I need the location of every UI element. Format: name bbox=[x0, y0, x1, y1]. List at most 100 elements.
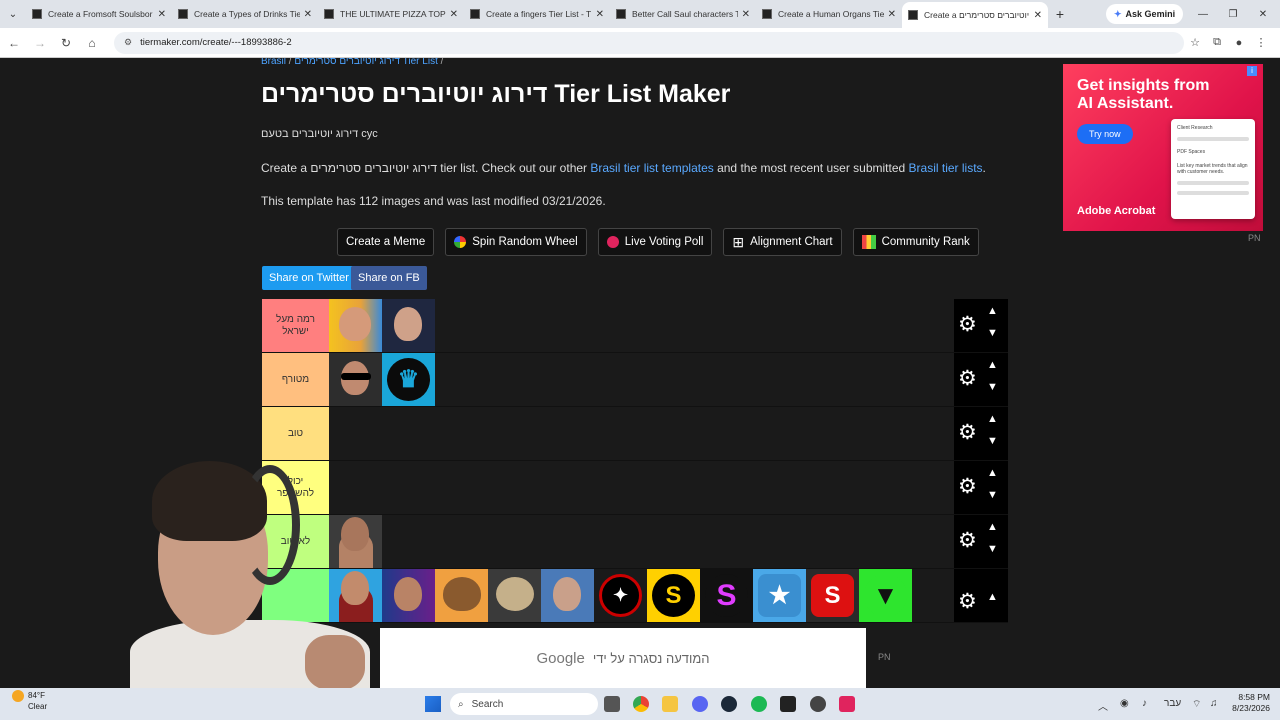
share-fb-button[interactable]: Share on FB bbox=[351, 266, 427, 290]
tier-item-image[interactable] bbox=[435, 569, 488, 622]
network-icon[interactable]: ◉ bbox=[1120, 698, 1129, 709]
reload-icon[interactable]: ↻ bbox=[54, 36, 78, 50]
live-voting-button[interactable]: Live Voting Poll bbox=[597, 228, 713, 256]
extensions-icon[interactable]: ⧉ bbox=[1206, 36, 1228, 49]
ad-banner[interactable]: i Get insights from AI Assistant. Try now… bbox=[1063, 64, 1263, 231]
profile-avatar[interactable]: ● bbox=[1228, 37, 1250, 49]
tier-items[interactable] bbox=[329, 461, 954, 514]
obs-icon[interactable] bbox=[810, 696, 826, 712]
close-tab-icon[interactable]: ✕ bbox=[888, 9, 896, 20]
tier-item-image[interactable]: ▼ bbox=[859, 569, 912, 622]
chrome-icon[interactable] bbox=[633, 696, 649, 712]
tier-item-image[interactable] bbox=[329, 299, 382, 352]
url-field[interactable]: ⚙ tiermaker.com/create/---18993886-2 bbox=[114, 31, 1184, 54]
task-view-icon[interactable] bbox=[604, 696, 620, 712]
weather-widget[interactable]: 84°F Clear bbox=[12, 690, 47, 712]
tier-label[interactable]: רמה מעל ישראל bbox=[262, 299, 329, 352]
tier-item-image[interactable]: ♛ bbox=[382, 353, 435, 406]
chevron-up-icon[interactable]: ▲ bbox=[987, 413, 998, 425]
tier-items[interactable]: ✦ S S ★ S ▼ bbox=[329, 569, 954, 622]
back-icon[interactable]: ← bbox=[2, 36, 26, 50]
steam-icon[interactable] bbox=[721, 696, 737, 712]
browser-tab[interactable]: Better Call Saul characters T ✕ bbox=[610, 0, 756, 28]
browser-tab[interactable]: Create a Types of Drinks Tie ✕ bbox=[172, 0, 318, 28]
clock[interactable]: 8:58 PM 8/23/2026 bbox=[1232, 692, 1270, 714]
chevron-up-icon[interactable]: ▲ bbox=[987, 591, 998, 603]
alignment-chart-button[interactable]: ⊞ Alignment Chart bbox=[723, 228, 842, 256]
breadcrumb-tierlist[interactable]: דירוג יוטיוברים סטרימרים Tier List bbox=[294, 58, 437, 67]
gear-icon[interactable]: ⚙ bbox=[958, 422, 977, 444]
community-rank-button[interactable]: Community Rank bbox=[852, 228, 979, 256]
chevron-down-icon[interactable]: ▼ bbox=[987, 489, 998, 501]
restore-icon[interactable]: ❐ bbox=[1218, 0, 1248, 28]
tier-item-image[interactable]: ✦ bbox=[594, 569, 647, 622]
chevron-down-icon[interactable]: ▼ bbox=[987, 543, 998, 555]
tier-items[interactable] bbox=[329, 515, 954, 568]
tier-item-image[interactable] bbox=[488, 569, 541, 622]
forward-icon[interactable]: → bbox=[28, 36, 52, 50]
windows-start-icon[interactable] bbox=[425, 696, 441, 712]
wifi-icon[interactable]: ⌔ bbox=[1192, 698, 1201, 711]
epic-games-icon[interactable] bbox=[780, 696, 796, 712]
gear-icon[interactable]: ⚙ bbox=[958, 530, 977, 552]
templates-link[interactable]: Brasil tier list templates bbox=[590, 161, 713, 175]
tier-item-image[interactable] bbox=[382, 299, 435, 352]
close-tab-icon[interactable]: ✕ bbox=[304, 9, 312, 20]
ask-gemini-button[interactable]: ✦ Ask Gemini bbox=[1106, 4, 1184, 24]
tier-items[interactable]: ♛ bbox=[329, 353, 954, 406]
browser-tab[interactable]: Create a fingers Tier List - T ✕ bbox=[464, 0, 610, 28]
breadcrumb-brasil[interactable]: Brasil bbox=[261, 58, 286, 67]
browser-tab-active[interactable]: Create a דירוג יוטיוברים סטרימרים✕ bbox=[902, 2, 1048, 28]
tier-lists-link[interactable]: Brasil tier lists bbox=[909, 161, 983, 175]
tiktok-icon[interactable] bbox=[839, 696, 855, 712]
bookmark-star-icon[interactable]: ☆ bbox=[1184, 36, 1206, 49]
language-indicator[interactable]: עבר bbox=[1164, 698, 1181, 709]
tier-item-image[interactable]: S bbox=[806, 569, 859, 622]
home-icon[interactable]: ⌂ bbox=[80, 36, 104, 50]
ad-try-now-button[interactable]: Try now bbox=[1077, 124, 1133, 144]
chevron-up-icon[interactable]: ▲ bbox=[987, 359, 998, 371]
spotify-icon[interactable] bbox=[751, 696, 767, 712]
gear-icon[interactable]: ⚙ bbox=[958, 368, 977, 390]
browser-tab[interactable]: Create a Human Organs Tier ✕ bbox=[756, 0, 902, 28]
chevron-down-icon[interactable]: ▼ bbox=[987, 435, 998, 447]
site-info-icon[interactable]: ⚙ bbox=[124, 37, 132, 48]
ad-info-icon[interactable]: i bbox=[1247, 66, 1257, 76]
tier-item-image[interactable]: ★ bbox=[753, 569, 806, 622]
tier-item-image[interactable] bbox=[541, 569, 594, 622]
chevron-up-icon[interactable]: ▲ bbox=[987, 305, 998, 317]
browser-tab[interactable]: THE ULTIMATE PIZZA TOPPI ✕ bbox=[318, 0, 464, 28]
chevron-up-icon[interactable]: ▲ bbox=[987, 467, 998, 479]
gear-icon[interactable]: ⚙ bbox=[958, 314, 977, 336]
tier-label[interactable]: טוב bbox=[262, 407, 329, 460]
volume-icon[interactable]: ♫ bbox=[1210, 698, 1218, 709]
tier-items[interactable] bbox=[329, 407, 954, 460]
minimize-icon[interactable]: — bbox=[1188, 0, 1218, 28]
tier-item-image[interactable]: S bbox=[647, 569, 700, 622]
new-tab-icon[interactable]: + bbox=[1048, 6, 1072, 22]
close-tab-icon[interactable]: ✕ bbox=[158, 9, 166, 20]
chevron-down-icon[interactable]: ▼ bbox=[987, 327, 998, 339]
chevron-down-icon[interactable]: ▼ bbox=[987, 381, 998, 393]
chevron-up-icon[interactable]: ▲ bbox=[987, 521, 998, 533]
close-tab-icon[interactable]: ✕ bbox=[1034, 10, 1042, 21]
share-twitter-button[interactable]: Share on Twitter bbox=[262, 266, 356, 290]
mic-icon[interactable]: ♪ bbox=[1142, 698, 1147, 709]
gear-icon[interactable]: ⚙ bbox=[958, 591, 977, 613]
spin-wheel-button[interactable]: Spin Random Wheel bbox=[445, 228, 587, 256]
tier-item-image[interactable]: S bbox=[700, 569, 753, 622]
tier-items[interactable] bbox=[329, 299, 954, 352]
browser-tab[interactable]: Create a Fromsoft Soulsbor ✕ bbox=[26, 0, 172, 28]
close-tab-icon[interactable]: ✕ bbox=[596, 9, 604, 20]
browser-menu-icon[interactable]: ⋮ bbox=[1250, 36, 1272, 49]
file-explorer-icon[interactable] bbox=[662, 696, 678, 712]
close-tab-icon[interactable]: ✕ bbox=[742, 9, 750, 20]
close-tab-icon[interactable]: ✕ bbox=[450, 9, 458, 20]
create-meme-button[interactable]: Create a Meme bbox=[337, 228, 435, 256]
discord-icon[interactable] bbox=[692, 696, 708, 712]
taskbar-search[interactable]: ⌕ Search bbox=[450, 693, 598, 715]
close-window-icon[interactable]: ✕ bbox=[1248, 0, 1278, 28]
tray-chevron-icon[interactable]: ︿ bbox=[1098, 698, 1108, 713]
tier-label[interactable]: מטורף bbox=[262, 353, 329, 406]
tier-item-image[interactable] bbox=[329, 353, 382, 406]
